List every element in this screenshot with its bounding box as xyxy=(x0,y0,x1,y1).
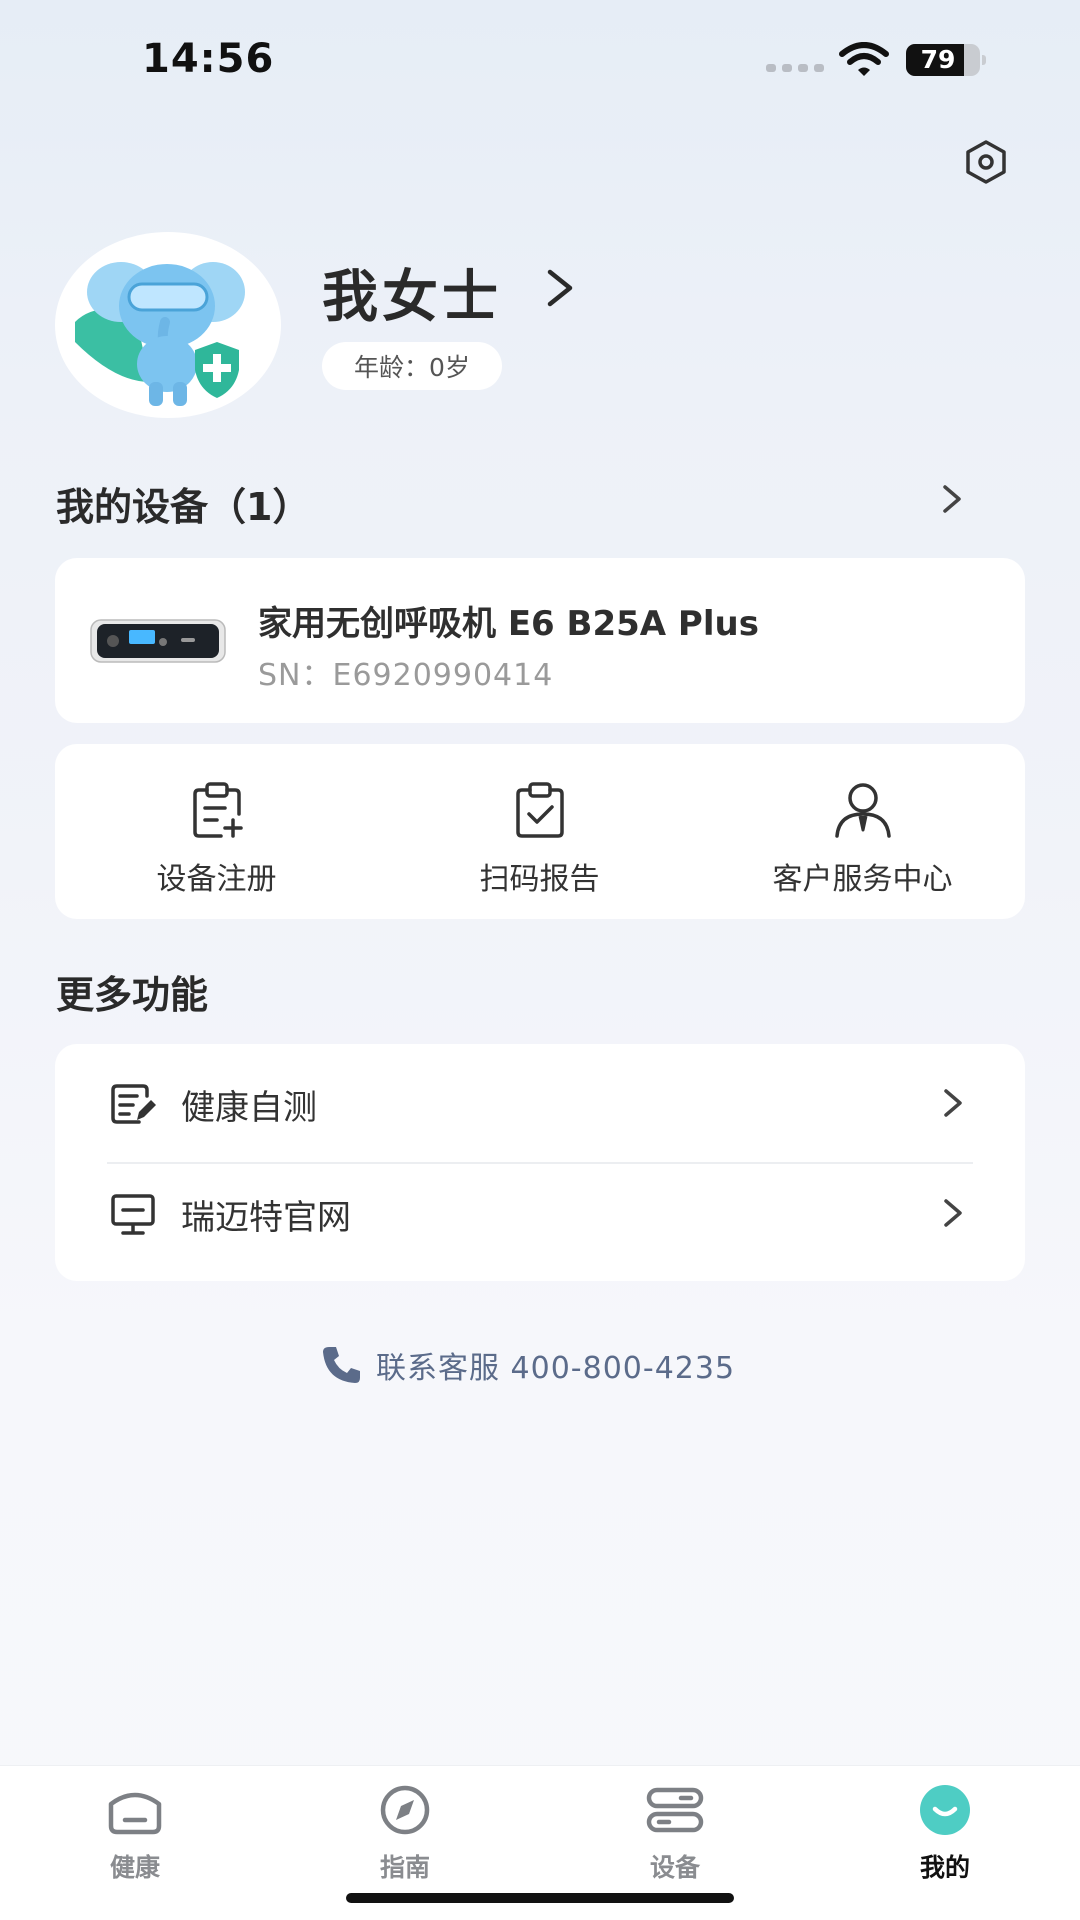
elephant-mascot-image xyxy=(75,262,245,406)
device-name: 家用无创呼吸机 E6 B25A Plus xyxy=(258,604,759,644)
tab-guide[interactable]: 指南 xyxy=(270,1766,540,1886)
battery-icon: 79 xyxy=(906,44,986,76)
tab-label: 设备 xyxy=(649,1853,700,1882)
devices-more-chevron-icon[interactable] xyxy=(940,482,964,516)
action-label: 扫码报告 xyxy=(479,862,600,897)
devices-section-title: 我的设备（1） xyxy=(56,485,311,529)
age-badge: 年龄：0岁 xyxy=(322,342,502,390)
clipboard-check-icon xyxy=(515,782,564,838)
contact-text: 联系客服 400-800-4235 xyxy=(376,1351,736,1386)
tab-label: 我的 xyxy=(919,1853,970,1882)
home-indicator[interactable] xyxy=(346,1893,734,1903)
tab-label: 健康 xyxy=(109,1853,160,1882)
status-bar: 14:56 79 xyxy=(0,0,1080,120)
customer-service-icon xyxy=(834,783,891,838)
device-icon xyxy=(646,1787,704,1833)
device-card[interactable]: 家用无创呼吸机 E6 B25A Plus SN：E6920990414 xyxy=(55,558,1025,723)
tab-health[interactable]: 健康 xyxy=(0,1766,270,1886)
profile-name[interactable]: 我女士 xyxy=(322,252,502,333)
tab-label: 指南 xyxy=(379,1853,430,1882)
more-features-card: 健康自测 瑞迈特官网 xyxy=(55,1044,1025,1281)
quick-actions-card: 设备注册 扫码报告 客户服务中心 xyxy=(55,744,1025,919)
settings-hex-icon xyxy=(966,140,1006,184)
menu-label: 瑞迈特官网 xyxy=(181,1198,351,1238)
action-label: 设备注册 xyxy=(156,862,277,897)
edit-document-icon xyxy=(111,1084,156,1124)
chevron-right-icon xyxy=(944,1199,962,1227)
chevron-right-icon xyxy=(944,1089,962,1117)
clipboard-plus-icon xyxy=(192,782,243,838)
wifi-icon xyxy=(839,42,889,76)
contact-service-link[interactable]: 联系客服 400-800-4235 xyxy=(320,1342,735,1388)
compass-icon xyxy=(380,1785,430,1835)
health-icon xyxy=(108,1792,162,1835)
avatar[interactable] xyxy=(55,232,281,418)
ventilator-device-image xyxy=(90,619,226,663)
menu-label: 健康自测 xyxy=(181,1088,317,1128)
tab-device[interactable]: 设备 xyxy=(540,1766,810,1886)
scan-report-button[interactable]: 扫码报告 xyxy=(378,744,701,919)
monitor-icon xyxy=(111,1194,155,1235)
device-register-button[interactable]: 设备注册 xyxy=(55,744,378,919)
tab-mine[interactable]: 我的 xyxy=(810,1766,1080,1886)
smile-icon xyxy=(920,1785,970,1835)
phone-icon xyxy=(323,1347,360,1383)
menu-item-official-site[interactable]: 瑞迈特官网 xyxy=(55,1156,1025,1266)
chevron-right-icon[interactable] xyxy=(542,266,578,310)
more-section-title: 更多功能 xyxy=(56,973,209,1017)
menu-item-health-test[interactable]: 健康自测 xyxy=(55,1046,1025,1156)
device-serial-number: SN：E6920990414 xyxy=(258,658,554,693)
cellular-signal-icon xyxy=(766,64,824,72)
battery-level: 79 xyxy=(920,45,956,74)
settings-button[interactable] xyxy=(960,136,1012,188)
customer-service-button[interactable]: 客户服务中心 xyxy=(701,744,1024,919)
status-time: 14:56 xyxy=(142,36,275,82)
action-label: 客户服务中心 xyxy=(772,862,953,897)
